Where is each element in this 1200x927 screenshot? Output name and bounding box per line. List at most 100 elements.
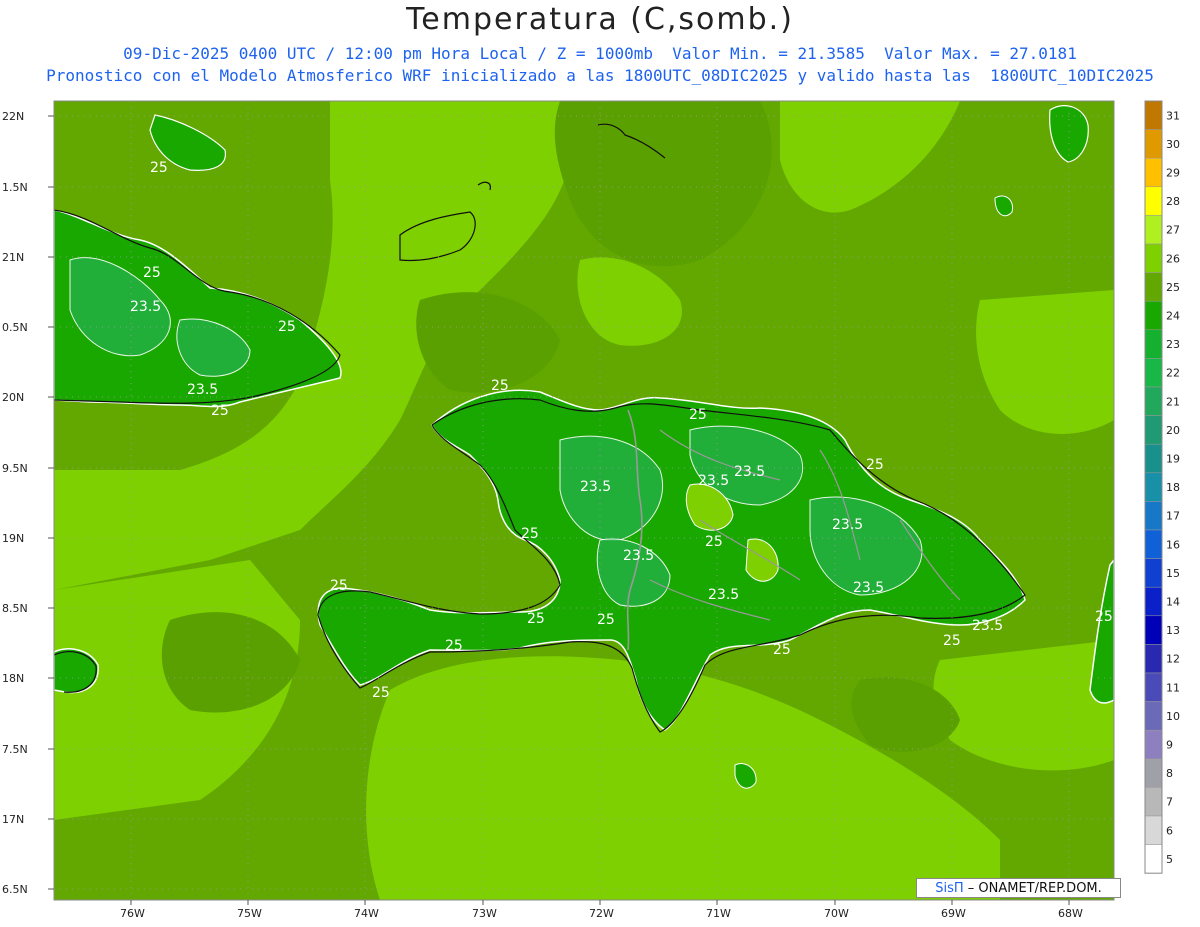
lat-tick-label: 9.5N [2, 462, 28, 475]
colorbar-label: 24 [1166, 310, 1180, 323]
colorbar-swatch [1144, 529, 1163, 559]
colorbar-label: 13 [1166, 624, 1180, 637]
colorbar-label: 11 [1166, 681, 1180, 694]
colorbar-label: 8 [1166, 767, 1173, 780]
lat-tick-label: 0.5N [2, 321, 28, 334]
lon-tick-label: 71W [706, 907, 731, 920]
colorbar-label: 26 [1166, 252, 1180, 265]
colorbar-label: 20 [1166, 424, 1180, 437]
contour-label: 25 [521, 526, 539, 542]
map-plot-area: 25 25 23.5 25 23.5 25 25 23.5 25 25 23.5… [54, 101, 1114, 900]
lon-tick-label: 69W [941, 907, 966, 920]
contour-label: 25 [445, 638, 463, 654]
colorbar-swatch [1144, 243, 1163, 273]
colorbar-label: 31 [1166, 109, 1180, 122]
colorbar-swatch [1144, 644, 1163, 674]
colorbar-label: 12 [1166, 653, 1180, 666]
colorbar-label: 29 [1166, 167, 1180, 180]
contour-label: 25 [943, 633, 961, 649]
colorbar-label: 10 [1166, 710, 1180, 723]
contour-label: 25 [527, 611, 545, 627]
lon-tick-label: 76W [120, 907, 145, 920]
colorbar-label: 28 [1166, 195, 1180, 208]
contour-label: 23.5 [853, 580, 884, 596]
lat-tick-label: 7.5N [2, 743, 28, 756]
colorbar-swatch [1144, 272, 1163, 302]
lat-tick-label: 6.5N [2, 883, 28, 896]
colorbar-label: 21 [1166, 395, 1180, 408]
temperature-map: 25 25 23.5 25 23.5 25 25 23.5 25 25 23.5… [2, 100, 1180, 920]
contour-label: 23.5 [130, 299, 161, 315]
contour-label: 25 [597, 612, 615, 628]
lat-tick-label: 19N [2, 532, 24, 545]
contour-label: 23.5 [708, 587, 739, 603]
colorbar-label: 23 [1166, 338, 1180, 351]
colorbar-swatch [1144, 729, 1163, 760]
credit-box: SisΠ – ONAMET/REP.DOM. [916, 878, 1121, 898]
colorbar-swatch [1144, 215, 1163, 245]
colorbar-label: 17 [1166, 510, 1180, 523]
lat-tick-label: 20N [2, 391, 24, 404]
colorbar-swatch [1144, 300, 1163, 331]
contour-label: 25 [278, 319, 296, 335]
colorbar-label: 22 [1166, 367, 1180, 380]
contour-label: 25 [330, 578, 348, 594]
lon-tick-label: 68W [1058, 907, 1083, 920]
contour-label: 25 [705, 534, 723, 550]
lat-tick-label: 1.5N [2, 181, 28, 194]
contour-label: 23.5 [623, 548, 654, 564]
colorbar-label: 15 [1166, 567, 1180, 580]
contour-label: 23.5 [698, 473, 729, 489]
colorbar-swatch [1144, 672, 1163, 702]
lon-tick-label: 72W [589, 907, 614, 920]
contour-label: 23.5 [187, 382, 218, 398]
sispi-logo: SisΠ [935, 881, 964, 896]
colorbar-label: 16 [1166, 538, 1180, 551]
colorbar-label: 14 [1166, 596, 1180, 609]
contour-label: 25 [150, 160, 168, 176]
contour-label: 23.5 [580, 479, 611, 495]
colorbar-swatch [1144, 186, 1163, 216]
lon-tick-label: 73W [472, 907, 497, 920]
colorbar-label: 5 [1166, 853, 1173, 866]
colorbar-label: 30 [1166, 138, 1180, 151]
contour-label: 25 [773, 642, 791, 658]
colorbar-label: 7 [1166, 796, 1173, 809]
lat-tick-label: 18N [2, 672, 24, 685]
colorbar-swatch [1144, 615, 1163, 645]
lat-tick-label: 8.5N [2, 602, 28, 615]
colorbar-swatch [1144, 329, 1163, 359]
colorbar-swatch [1144, 129, 1163, 159]
colorbar-swatch [1144, 787, 1163, 817]
colorbar-swatch [1144, 586, 1163, 617]
colorbar-label: 6 [1166, 824, 1173, 837]
lat-tick-label: 17N [2, 813, 24, 826]
colorbar-swatch [1144, 415, 1163, 445]
colorbar-swatch [1144, 157, 1163, 188]
colorbar-label: 27 [1166, 224, 1180, 237]
colorbar-label: 19 [1166, 453, 1180, 466]
colorbar-swatch [1144, 758, 1163, 788]
colorbar-swatch [1144, 501, 1163, 531]
colorbar-label: 25 [1166, 281, 1180, 294]
contour-label: 23.5 [734, 464, 765, 480]
temperature-colorbar: 31 30 29 28 27 26 25 24 23 22 21 20 19 18 17 16 15 14 13 12… [1144, 100, 1180, 874]
colorbar-swatch [1144, 472, 1163, 502]
colorbar-swatch [1144, 386, 1163, 416]
contour-label: 25 [372, 685, 390, 701]
contour-label: 23.5 [972, 618, 1003, 634]
colorbar-swatch [1144, 358, 1163, 388]
contour-label: 25 [491, 378, 509, 394]
colorbar-swatch [1144, 815, 1163, 845]
colorbar-swatch [1144, 558, 1163, 588]
lon-tick-label: 74W [354, 907, 379, 920]
contour-label: 25 [143, 265, 161, 281]
colorbar-swatch [1144, 100, 1163, 130]
contour-label: 25 [211, 403, 229, 419]
contour-label: 25 [689, 407, 707, 423]
contour-label: 25 [866, 457, 884, 473]
colorbar-swatch [1144, 701, 1163, 731]
contour-label: 25 [1095, 609, 1113, 625]
colorbar-swatch [1144, 844, 1163, 874]
colorbar-label: 18 [1166, 481, 1180, 494]
